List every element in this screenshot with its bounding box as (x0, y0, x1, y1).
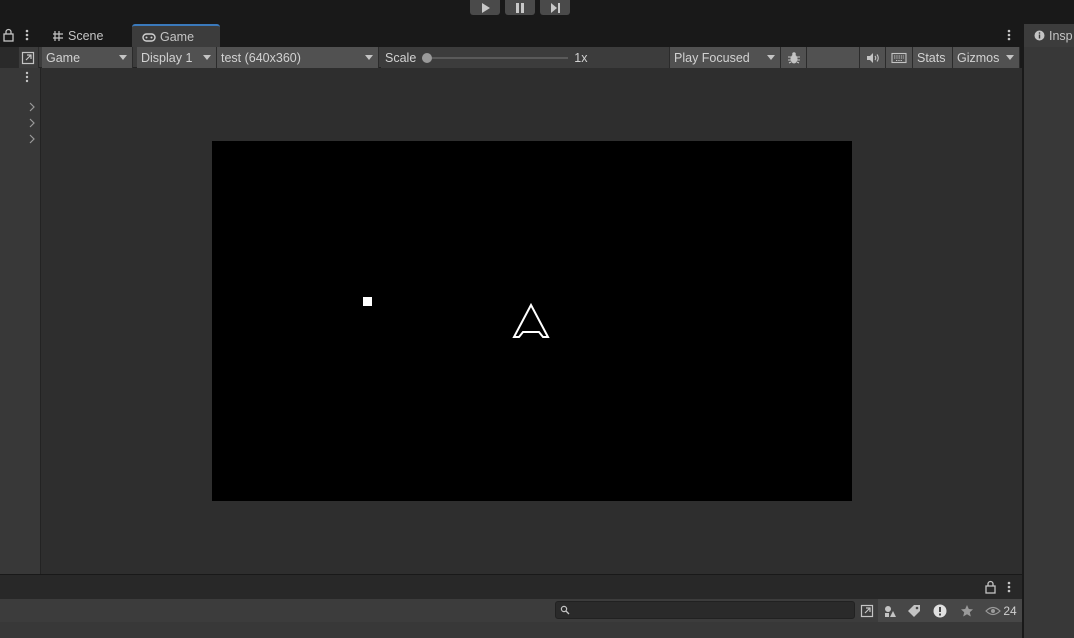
scale-label: Scale (385, 50, 417, 65)
pause-button[interactable] (505, 0, 535, 15)
console-lock-icon[interactable] (985, 580, 997, 594)
tab-game[interactable]: Game (132, 24, 220, 47)
scale-slider[interactable] (422, 51, 569, 65)
ship-sprite (512, 302, 550, 338)
info-icon (1034, 30, 1045, 41)
tag-filter-icon[interactable] (902, 599, 926, 622)
view-mode-value: Game (46, 50, 81, 65)
step-button[interactable] (540, 0, 570, 15)
chevron-down-icon (1006, 55, 1014, 60)
bug-icon (787, 51, 800, 63)
top-toolbar (0, 0, 1074, 24)
message-count: 24 (1003, 603, 1017, 618)
gamepad-icon (142, 32, 156, 42)
visibility-count-badge[interactable]: 24 (980, 599, 1022, 622)
play-button[interactable] (470, 0, 500, 15)
tab-scene-label: Scene (68, 28, 104, 43)
speaker-icon (866, 52, 879, 63)
resolution-value: test (640x360) (221, 50, 301, 65)
step-icon (551, 2, 560, 13)
chevron-right-icon[interactable] (28, 102, 36, 112)
tab-scene[interactable]: Scene (52, 24, 103, 47)
chevron-right-icon[interactable] (28, 118, 36, 128)
console-search-input[interactable] (555, 601, 855, 619)
console-maximize-icon[interactable] (856, 599, 878, 622)
maximize-icon[interactable] (19, 47, 39, 68)
scene-filter-icon[interactable] (878, 599, 902, 622)
debug-toggle[interactable] (781, 47, 807, 68)
stats-button[interactable]: Stats (913, 47, 953, 68)
error-filter-icon[interactable] (926, 599, 954, 622)
chevron-down-icon (203, 55, 211, 60)
scale-slider-track (422, 56, 569, 59)
console-menu-icon[interactable] (1003, 580, 1015, 594)
tab-inspector[interactable]: Insp (1024, 24, 1074, 47)
console-header (0, 575, 1022, 599)
favorite-filter-icon[interactable] (954, 599, 980, 622)
scale-control: Scale 1x (381, 47, 670, 68)
stats-label: Stats (917, 50, 946, 65)
display-value: Display 1 (141, 50, 193, 65)
toolbar-blank-field[interactable] (807, 47, 860, 68)
eye-icon (985, 606, 1002, 615)
chevron-right-icon[interactable] (28, 134, 36, 144)
bullet-sprite (363, 297, 372, 306)
hierarchy-menu-icon[interactable] (21, 70, 33, 84)
console-body (0, 622, 1022, 638)
gizmos-label: Gizmos (957, 50, 1000, 65)
lock-icon[interactable] (3, 28, 15, 42)
inspector-panel (1022, 24, 1074, 638)
play-mode-value: Play Focused (674, 50, 750, 65)
game-canvas (363, 297, 550, 338)
mute-audio-toggle[interactable] (860, 47, 886, 68)
scene-grid-icon (53, 30, 63, 41)
view-mode-dropdown[interactable]: Game (42, 47, 133, 68)
shortcuts-toggle[interactable] (886, 47, 913, 68)
game-panel-menu-icon[interactable] (1003, 28, 1015, 42)
pause-icon (516, 2, 524, 13)
display-dropdown[interactable]: Display 1 (137, 47, 217, 68)
keyboard-icon (891, 52, 907, 63)
search-icon (560, 605, 570, 615)
chevron-down-icon (767, 55, 775, 60)
play-mode-dropdown[interactable]: Play Focused (670, 47, 781, 68)
tab-inspector-label: Insp (1049, 28, 1073, 43)
tab-game-label: Game (160, 29, 195, 44)
chevron-down-icon (119, 55, 127, 60)
gizmos-dropdown[interactable]: Gizmos (953, 47, 1020, 68)
scale-value: 1x (574, 50, 588, 65)
left-search-field[interactable] (0, 47, 19, 68)
game-viewport[interactable] (212, 141, 852, 501)
kebab-menu-icon[interactable] (21, 28, 33, 42)
scale-slider-thumb[interactable] (422, 52, 433, 63)
play-icon (482, 2, 490, 13)
chevron-down-icon (365, 55, 373, 60)
resolution-dropdown[interactable]: test (640x360) (217, 47, 379, 68)
